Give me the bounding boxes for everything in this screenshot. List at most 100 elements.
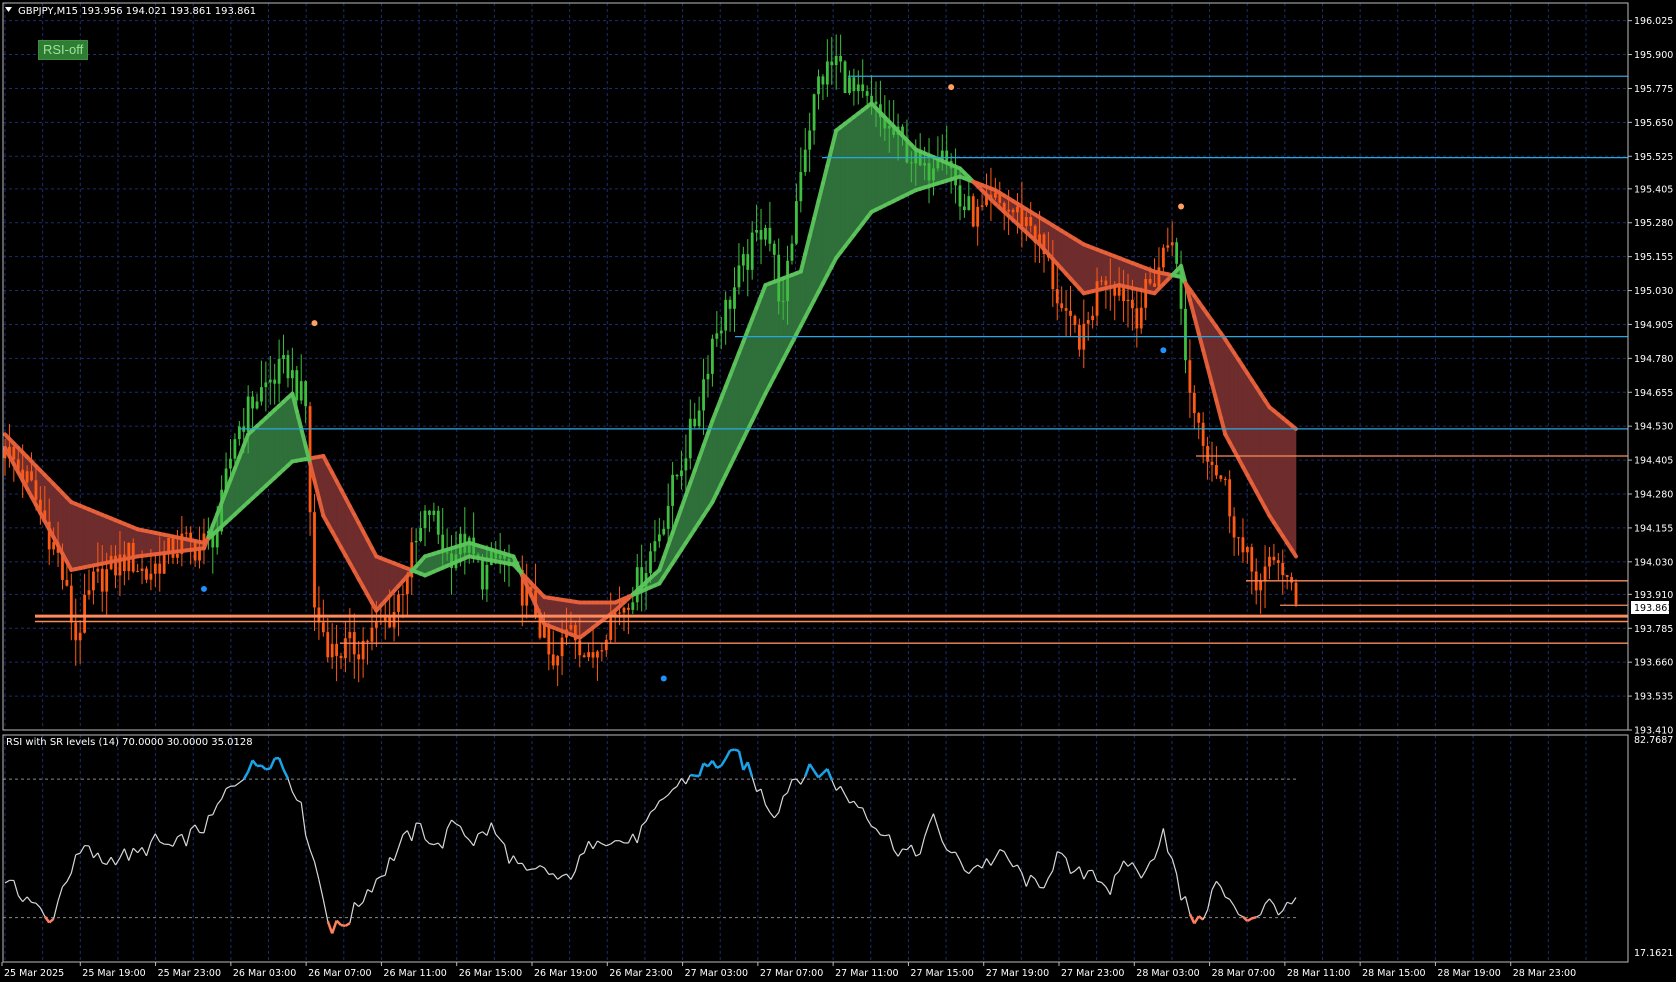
cloud-segment <box>1079 241 1085 295</box>
candle-body <box>392 611 396 628</box>
cloud-segment <box>760 285 766 403</box>
cloud-segment <box>93 510 99 566</box>
candle-body <box>609 617 613 640</box>
candle-body <box>635 567 639 603</box>
candle-body <box>176 553 179 558</box>
cloud-segment <box>884 116 890 206</box>
candle-body <box>693 418 697 427</box>
candle-body <box>1294 582 1298 605</box>
candle-body <box>874 101 878 105</box>
price-tick-label: 194.280 <box>1634 489 1673 500</box>
candle-body <box>945 150 949 161</box>
cloud-segment <box>287 392 293 467</box>
candle-body <box>834 55 838 66</box>
candle-body <box>268 379 272 383</box>
candle-body <box>370 627 374 642</box>
time-tick-label: 27 Mar 19:00 <box>986 968 1049 979</box>
rsi-segment <box>416 822 421 825</box>
candle-body <box>967 196 971 211</box>
candle-body <box>626 607 630 610</box>
cloud-segment <box>274 405 280 479</box>
price-tick-label: 194.655 <box>1634 388 1673 399</box>
candle-body <box>467 537 471 553</box>
candle-body <box>1024 216 1028 227</box>
time-tick-label: 26 Mar 03:00 <box>233 968 296 979</box>
candle-body <box>1241 537 1245 553</box>
cloud-segment <box>743 330 749 439</box>
cloud-segment <box>1255 385 1261 500</box>
candle-body <box>171 538 175 558</box>
symbol-header: GBPJPY,M15 193.956 194.021 193.861 193.8… <box>18 6 256 17</box>
candle-body <box>852 77 856 92</box>
candle-body <box>795 201 798 244</box>
candle-body <box>812 94 816 131</box>
time-tick-label: 26 Mar 11:00 <box>383 968 446 979</box>
cloud-segment <box>137 528 143 557</box>
blue-dot-marker <box>200 585 207 592</box>
trading-chart[interactable]: 196.025 195.900 195.775 195.650 195.525 195.4… <box>0 0 1676 982</box>
candle-body <box>277 358 281 384</box>
cloud-segment <box>1269 406 1275 524</box>
time-tick-label: 28 Mar 03:00 <box>1136 968 1199 979</box>
cloud-segment <box>75 503 81 570</box>
candle-body <box>569 625 573 630</box>
candle-body <box>980 205 984 207</box>
cloud-segment <box>84 507 90 568</box>
cloud-segment <box>1238 358 1244 468</box>
candle-body <box>728 299 732 309</box>
candle-body <box>755 230 759 233</box>
candle-body <box>843 61 847 94</box>
cloud-segment <box>97 512 103 565</box>
candle-body <box>299 381 303 401</box>
cloud-segment <box>552 598 558 630</box>
candle-body <box>255 401 259 409</box>
rsi-toggle-button[interactable]: RSI-off <box>38 40 89 60</box>
candle-body <box>1215 465 1218 476</box>
cloud-segment <box>252 425 258 499</box>
cloud-segment <box>893 125 899 202</box>
price-tick-label: 195.155 <box>1634 252 1673 263</box>
time-tick-label: 28 Mar 23:00 <box>1513 968 1576 979</box>
candle-body <box>591 652 595 658</box>
candle-body <box>865 91 869 96</box>
candle-body <box>680 470 683 477</box>
time-tick-label: 28 Mar 19:00 <box>1437 968 1500 979</box>
cloud-segment <box>875 107 881 211</box>
cloud-segment <box>1278 413 1284 538</box>
candle-body <box>547 625 551 655</box>
candle-body <box>830 61 834 66</box>
candle-body <box>622 607 626 613</box>
cloud-segment <box>269 409 275 483</box>
blue-dot-marker <box>660 675 667 682</box>
orange-dot-marker <box>1178 203 1185 210</box>
candle-body <box>1259 581 1263 591</box>
cloud-segment <box>106 516 112 564</box>
candle-body <box>414 540 418 543</box>
candle-body <box>1139 307 1143 329</box>
candle-body <box>233 439 237 459</box>
rsi-segment <box>880 834 885 837</box>
candle-body <box>145 568 148 580</box>
candle-body <box>1263 566 1267 582</box>
candle-body <box>136 570 140 572</box>
candle-body <box>697 410 701 427</box>
candle-body <box>1197 413 1201 423</box>
cloud-segment <box>734 352 740 458</box>
candle-body <box>671 474 675 506</box>
candle-body <box>1007 209 1011 212</box>
candle-body <box>282 355 285 359</box>
rsi-tick-label: 82.7687 <box>1634 735 1673 746</box>
candle-body <box>551 654 555 666</box>
candle-body <box>560 637 564 657</box>
cloud-segment <box>1127 260 1133 289</box>
candle-body <box>799 172 803 202</box>
price-tick-label: 194.155 <box>1634 523 1673 534</box>
candle-body <box>993 192 997 198</box>
price-tick-label: 194.905 <box>1634 320 1673 331</box>
price-tick-label: 194.405 <box>1634 456 1673 467</box>
candle-body <box>1095 281 1099 316</box>
price-tick-label: 195.405 <box>1634 184 1673 195</box>
candle-body <box>25 471 29 483</box>
price-tick-label: 194.530 <box>1634 422 1673 433</box>
price-tick-label: 194.780 <box>1634 354 1673 365</box>
